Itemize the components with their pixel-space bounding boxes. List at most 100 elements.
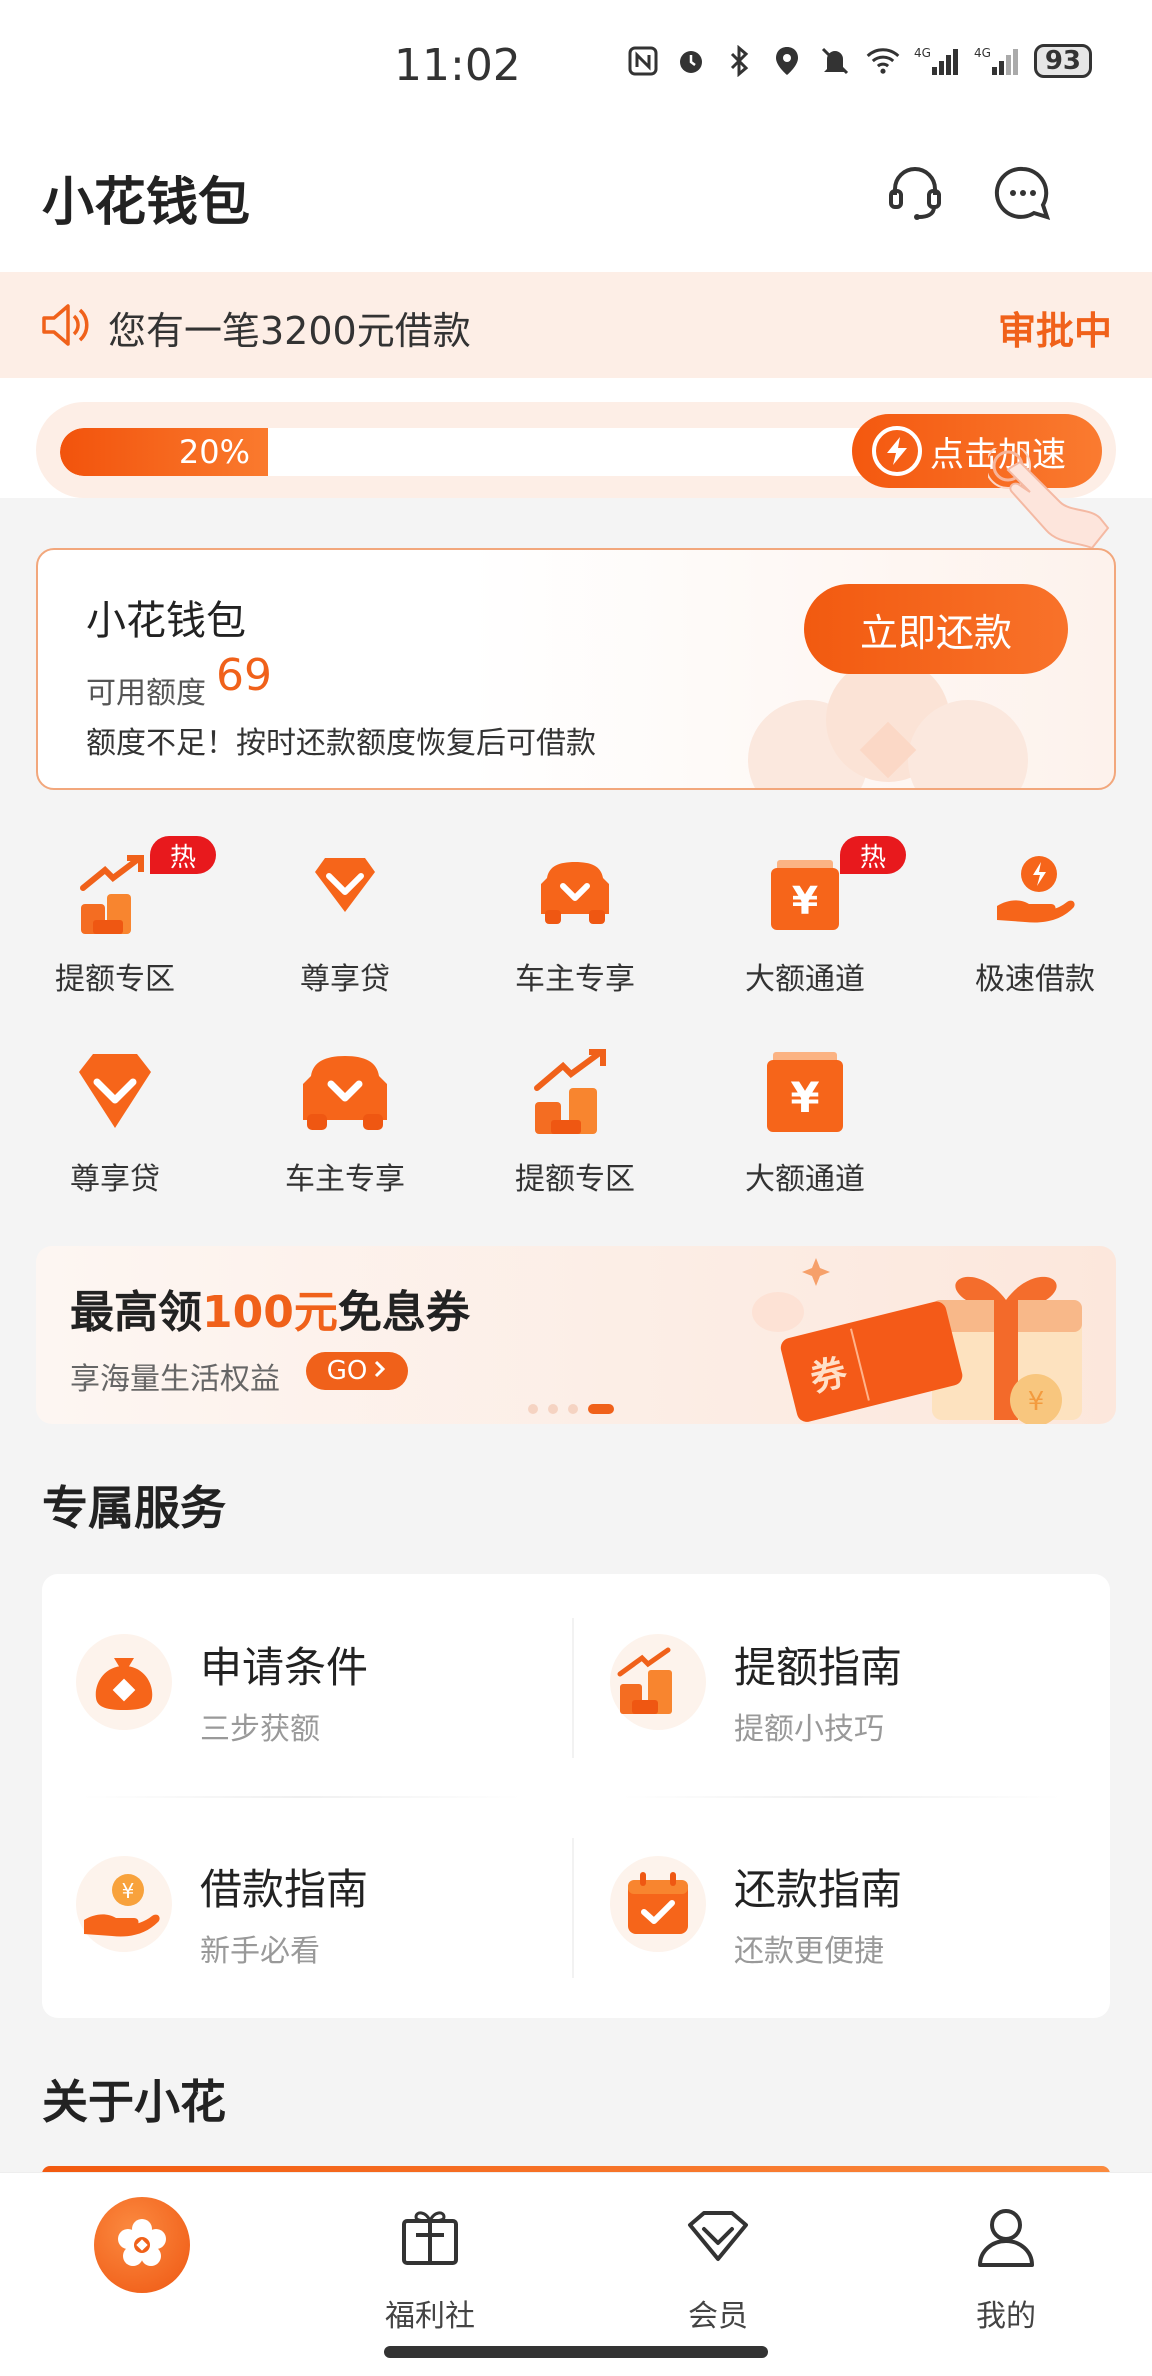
gift-box-icon	[402, 2211, 458, 2265]
service-subtitle: 三步获额	[200, 1712, 320, 1747]
chat-bubble-icon	[993, 163, 1053, 227]
carousel-dot[interactable]	[548, 1404, 558, 1414]
banner-title-prefix: 最高领	[70, 1287, 202, 1338]
svg-text:4G: 4G	[914, 46, 931, 60]
location-icon	[770, 44, 804, 78]
page-title: 小花钱包	[42, 173, 251, 233]
services-section-title: 专属服务	[42, 1481, 226, 1535]
grid-item-premium-loan-2[interactable]: 尊享贷	[0, 1036, 230, 1216]
grid-item-car-owner-2[interactable]: 车主专享	[230, 1036, 460, 1216]
carousel-dot-active[interactable]	[588, 1404, 614, 1414]
grid-item-label: 提额专区	[515, 1162, 635, 1197]
nav-home-button[interactable]	[94, 2197, 190, 2293]
grid-item-car-owner[interactable]: 车主专享	[460, 836, 690, 1016]
signal-icon-1: 4G	[914, 44, 960, 78]
divider	[572, 1618, 574, 1758]
lightning-icon	[872, 426, 922, 476]
available-limit-value: 69	[216, 650, 272, 701]
approval-status[interactable]: 审批中	[998, 300, 1112, 355]
grid-item-raise-limit-2[interactable]: 提额专区	[460, 1036, 690, 1216]
svg-text:¥: ¥	[792, 879, 818, 923]
grid-item-label: 尊享贷	[300, 962, 390, 997]
chevron-right-icon	[373, 1356, 387, 1386]
coin-hand-icon: ¥	[76, 1856, 172, 1952]
signal-icon-2: 4G	[974, 44, 1020, 78]
service-title: 提额指南	[734, 1643, 903, 1692]
service-subtitle: 提额小技巧	[734, 1712, 884, 1747]
grid-item-label: 尊享贷	[70, 1162, 160, 1197]
grid-item-label: 大额通道	[745, 1162, 865, 1197]
svg-text:4G: 4G	[974, 46, 991, 60]
nav-label: 我的	[976, 2299, 1036, 2334]
nav-membership[interactable]: 会员	[628, 2191, 808, 2334]
speaker-icon	[40, 302, 90, 348]
carousel-dots	[528, 1404, 614, 1414]
service-loan-guide[interactable]: ¥ 借款指南 新手必看	[42, 1796, 562, 1996]
flower-logo-icon	[110, 2211, 174, 2279]
grid-item-label: 提额专区	[55, 962, 175, 997]
status-icons: 4G 4G 93	[626, 44, 1092, 78]
svg-text:¥: ¥	[122, 1879, 135, 1903]
banner-go-button[interactable]: GO	[306, 1352, 408, 1390]
wallet-card: 小花钱包 可用额度 69 额度不足！按时还款额度恢复后可借款 立即还款	[36, 548, 1116, 790]
user-icon	[978, 2209, 1034, 2267]
car-icon	[303, 1056, 387, 1130]
banner-subtitle: 享海量生活权益	[70, 1362, 280, 1397]
coupon-banner[interactable]: 最高领100元免息券 享海量生活权益 GO ¥ 券	[36, 1246, 1116, 1424]
diamond-icon	[315, 858, 375, 912]
carousel-dot[interactable]	[528, 1404, 538, 1414]
progress-fill: 20%	[60, 428, 268, 476]
grid-item-premium-loan[interactable]: 尊享贷	[230, 836, 460, 1016]
grid-item-label: 极速借款	[975, 962, 1095, 997]
grid-item-large-amount[interactable]: ¥ 热 大额通道	[690, 836, 920, 1016]
service-title: 还款指南	[734, 1865, 903, 1914]
customer-service-button[interactable]	[880, 160, 950, 230]
pointing-hand-icon	[985, 443, 1114, 558]
available-limit-label: 可用额度	[86, 676, 206, 711]
loan-notice-bar[interactable]: 您有一笔3200元借款 审批中	[0, 272, 1152, 378]
home-indicator	[384, 2346, 768, 2358]
money-bag-icon	[76, 1634, 172, 1730]
headset-icon	[883, 161, 947, 229]
nav-welfare[interactable]: 福利社	[340, 2191, 520, 2334]
alarm-icon	[674, 44, 708, 78]
banner-title-highlight: 100元	[202, 1287, 338, 1338]
status-bar: 11:02 4G 4G 93	[0, 0, 1152, 130]
battery-indicator: 93	[1033, 44, 1092, 78]
nfc-icon	[626, 44, 660, 78]
service-repay-guide[interactable]: 还款指南 还款更便捷	[576, 1796, 1096, 1996]
service-title: 借款指南	[200, 1865, 369, 1914]
banner-title: 最高领100元免息券	[70, 1276, 470, 1340]
repay-now-button[interactable]: 立即还款	[804, 584, 1068, 674]
car-icon	[541, 862, 609, 924]
gift-coupon-illustration: ¥ 券	[752, 1258, 1082, 1424]
hot-badge: 热	[840, 836, 906, 874]
banner-title-suffix: 免息券	[337, 1287, 470, 1338]
service-limit-guide[interactable]: 提额指南 提额小技巧	[576, 1574, 1096, 1774]
service-apply-conditions[interactable]: 申请条件 三步获额	[42, 1574, 562, 1774]
carousel-dot[interactable]	[568, 1404, 578, 1414]
grid-item-large-amount-2[interactable]: ¥ 大额通道	[690, 1036, 920, 1216]
service-title: 申请条件	[200, 1643, 369, 1692]
progress-label: 20%	[178, 433, 250, 471]
diamond-outline-icon	[688, 2211, 748, 2261]
nav-label: 福利社	[385, 2299, 475, 2334]
service-subtitle: 还款更便捷	[734, 1934, 884, 1969]
yuan-box-icon: ¥	[767, 1052, 843, 1132]
app-header: 小花钱包	[0, 130, 1152, 272]
nav-profile[interactable]: 我的	[916, 2191, 1096, 2334]
go-label: GO	[326, 1356, 368, 1386]
grid-item-raise-limit[interactable]: 热 提额专区	[0, 836, 230, 1016]
notice-text: 您有一笔3200元借款	[108, 309, 471, 353]
messages-button[interactable]	[988, 160, 1058, 230]
raise-limit-icon	[534, 1049, 606, 1134]
quick-loan-icon	[997, 856, 1075, 923]
divider	[572, 1838, 574, 1978]
mute-icon	[818, 44, 852, 78]
wifi-icon	[866, 44, 900, 78]
services-card: 申请条件 三步获额 提额指南 提额小技巧 ¥ 借款指南 新手必看 还款指南 还款…	[42, 1574, 1110, 2018]
grid-item-quick-loan[interactable]: 极速借款	[920, 836, 1150, 1016]
nav-label: 会员	[688, 2299, 748, 2334]
about-section-title: 关于小花	[42, 2075, 226, 2129]
raise-limit-icon	[610, 1634, 706, 1730]
